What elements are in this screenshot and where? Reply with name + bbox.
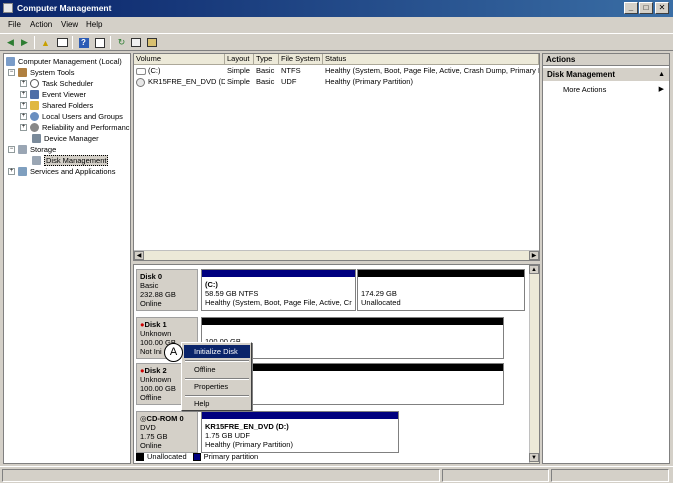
show-hide-tree-icon[interactable] — [56, 36, 69, 49]
dvd-icon — [136, 78, 145, 87]
expand-icon[interactable]: + — [20, 113, 27, 120]
menu-offline[interactable]: Offline — [184, 363, 250, 376]
column-file-system[interactable]: File System — [279, 54, 323, 65]
disk-0-unallocated[interactable]: 174.29 GB Unallocated — [357, 269, 525, 311]
tree-item-system-tools[interactable]: − System Tools — [8, 67, 74, 78]
legend: Unallocated Primary partition — [136, 452, 258, 461]
expand-icon[interactable]: + — [20, 80, 27, 87]
tree-item-services[interactable]: + Services and Applications — [8, 166, 115, 177]
computer-management-icon — [3, 3, 13, 13]
tree-item-reliability[interactable]: + Reliability and Performanc — [20, 122, 130, 133]
tree-item-storage[interactable]: − Storage — [8, 144, 56, 155]
window-title: Computer Management — [17, 3, 112, 13]
column-status[interactable]: Status — [323, 54, 539, 65]
device-manager-icon — [32, 134, 41, 143]
disk-management-icon — [32, 156, 41, 165]
column-volume[interactable]: Volume — [134, 54, 225, 65]
scroll-down-icon[interactable]: ▼ — [529, 453, 539, 462]
scroll-up-icon[interactable]: ▲ — [529, 265, 539, 274]
primary-partition-bar — [202, 412, 398, 419]
collapse-icon[interactable]: − — [8, 69, 15, 76]
drive-icon — [136, 68, 146, 75]
actions-header: Actions — [543, 54, 669, 66]
menu-help-item[interactable]: Help — [184, 397, 250, 410]
status-cell — [442, 469, 549, 482]
tree-item-device-manager[interactable]: Device Manager — [32, 133, 99, 144]
forward-icon[interactable]: ▶ — [18, 36, 31, 49]
column-type[interactable]: Type — [254, 54, 279, 65]
tree-item-event-viewer[interactable]: + Event Viewer — [20, 89, 86, 100]
submenu-arrow-icon: ▶ — [658, 86, 664, 93]
tree-item-local-users[interactable]: + Local Users and Groups — [20, 111, 123, 122]
performance-icon — [30, 123, 39, 132]
tree-item-root[interactable]: Computer Management (Local) — [6, 56, 122, 67]
tree-item-disk-management[interactable]: Disk Management — [20, 155, 109, 166]
refresh-icon[interactable]: ↻ — [115, 36, 128, 49]
expand-icon[interactable]: + — [20, 124, 27, 131]
event-viewer-icon — [30, 90, 39, 99]
partition-c[interactable]: (C:) 58.59 GB NTFS Healthy (System, Boot… — [201, 269, 356, 311]
scroll-left-icon[interactable]: ◀ — [134, 251, 144, 260]
menu-bar: File Action View Help — [0, 18, 673, 32]
collapse-icon[interactable]: − — [8, 146, 15, 153]
expand-icon[interactable]: + — [8, 168, 15, 175]
title-bar[interactable]: Computer Management _ □ ✕ — [0, 0, 673, 17]
menu-action[interactable]: Action — [30, 20, 52, 29]
partition-d[interactable]: KR15FRE_EN_DVD (D:) 1.75 GB UDF Healthy … — [201, 411, 399, 453]
actions-section-disk-management[interactable]: Disk Management ▲ — [543, 68, 669, 81]
connect-icon[interactable] — [145, 36, 158, 49]
help-icon[interactable]: ? — [77, 36, 90, 49]
menu-initialize-disk[interactable]: Initialize Disk — [184, 345, 250, 358]
disk-0-label[interactable]: Disk 0 Basic 232.88 GB Online — [136, 269, 198, 311]
scroll-right-icon[interactable]: ▶ — [529, 251, 539, 260]
collapse-up-icon[interactable]: ▲ — [658, 68, 665, 81]
close-button[interactable]: ✕ — [655, 2, 669, 14]
unallocated-bar — [202, 318, 503, 325]
disk-context-menu: Initialize Disk Offline Properties Help — [181, 342, 252, 411]
tools-icon — [18, 68, 27, 77]
toolbar: ◀ ▶ ▲ ? ↻ — [0, 33, 673, 51]
shared-folder-icon — [30, 101, 39, 110]
clock-icon — [30, 79, 39, 88]
vertical-scrollbar[interactable]: ▲ ▼ — [529, 265, 539, 463]
expand-icon[interactable]: + — [20, 102, 27, 109]
minimize-button[interactable]: _ — [624, 2, 638, 14]
status-cell — [2, 469, 440, 482]
status-bar — [0, 466, 673, 483]
export-icon[interactable] — [129, 36, 142, 49]
unallocated-swatch — [136, 452, 144, 461]
navigation-tree: Computer Management (Local) − System Too… — [3, 53, 131, 464]
cdrom-0-label[interactable]: ◎CD-ROM 0 DVD 1.75 GB Online — [136, 411, 198, 453]
computer-icon — [6, 57, 15, 66]
expand-icon[interactable]: + — [20, 91, 27, 98]
properties-icon[interactable] — [93, 36, 106, 49]
up-icon[interactable]: ▲ — [39, 36, 52, 49]
maximize-button[interactable]: □ — [639, 2, 653, 14]
storage-icon — [18, 145, 27, 154]
menu-help[interactable]: Help — [86, 20, 102, 29]
volume-list: Volume Layout Type File System Status (C… — [133, 53, 540, 261]
primary-partition-swatch — [192, 452, 201, 461]
menu-view[interactable]: View — [61, 20, 78, 29]
horizontal-scrollbar[interactable]: ◀ ▶ — [134, 250, 539, 260]
back-icon[interactable]: ◀ — [4, 36, 17, 49]
menu-properties[interactable]: Properties — [184, 380, 250, 393]
column-layout[interactable]: Layout — [225, 54, 254, 65]
more-actions-link[interactable]: More Actions — [563, 85, 606, 94]
users-icon — [30, 112, 39, 121]
callout-a: A — [164, 343, 183, 362]
primary-partition-bar — [202, 270, 355, 277]
tree-item-task-scheduler[interactable]: + Task Scheduler — [20, 78, 93, 89]
services-icon — [18, 167, 27, 176]
tree-item-shared-folders[interactable]: + Shared Folders — [20, 100, 93, 111]
menu-separator — [185, 360, 249, 362]
actions-pane: Actions Disk Management ▲ More Actions ▶ — [542, 53, 670, 464]
status-cell — [551, 469, 669, 482]
unallocated-bar — [358, 270, 524, 277]
menu-file[interactable]: File — [8, 20, 21, 29]
